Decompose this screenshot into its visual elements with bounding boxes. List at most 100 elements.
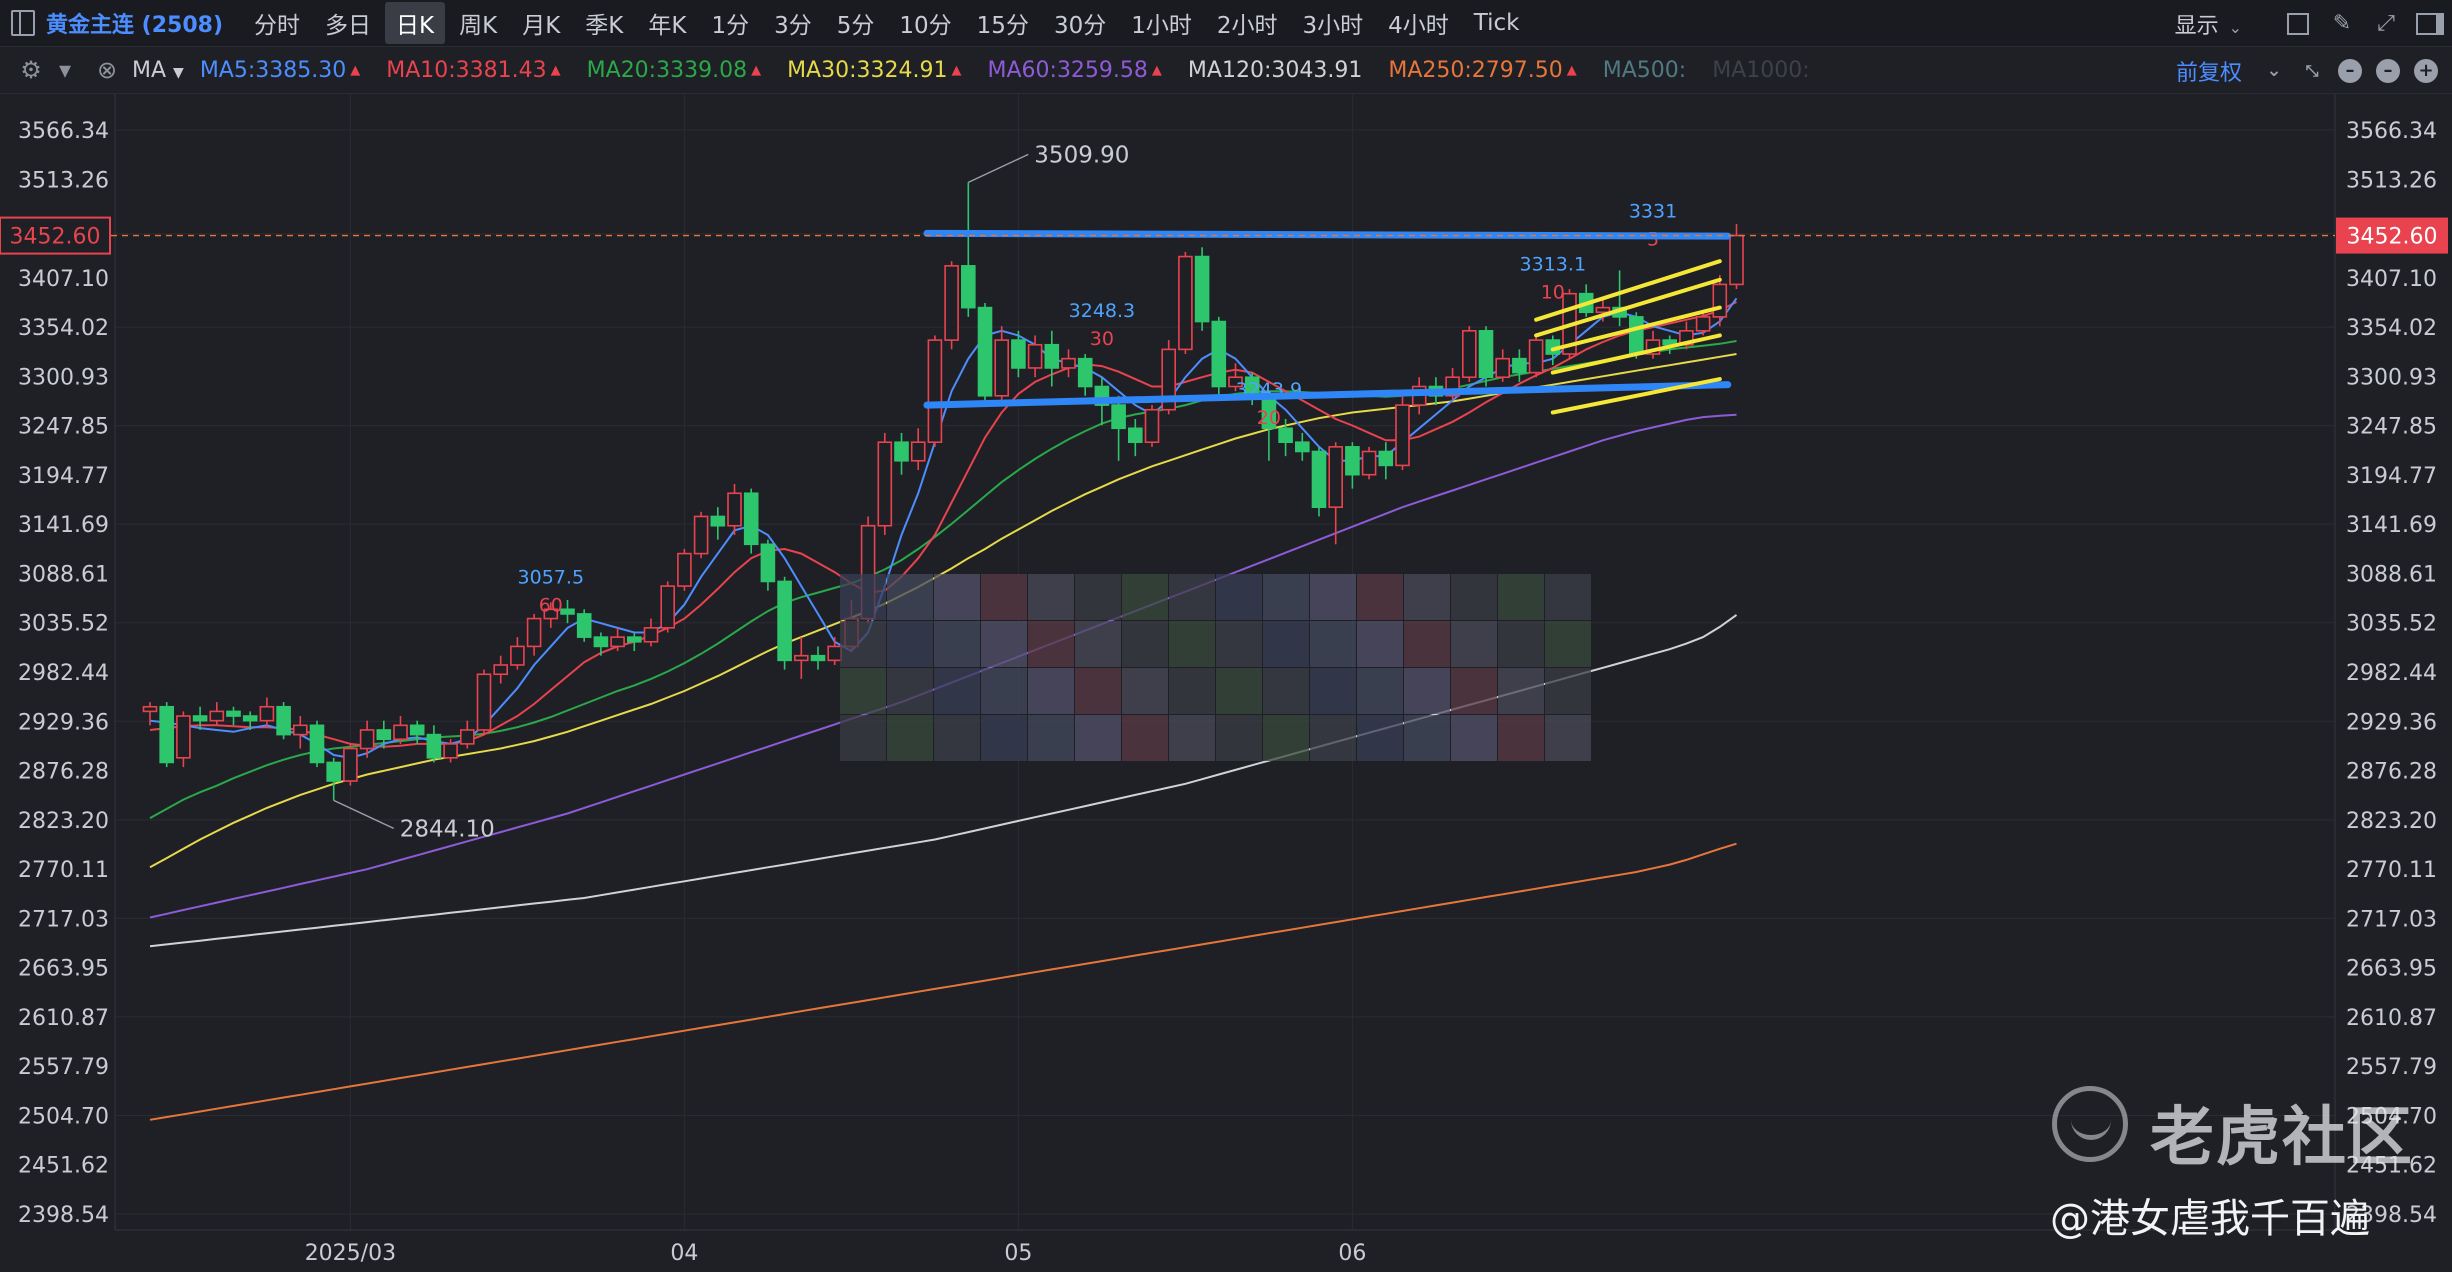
candle-up xyxy=(677,552,692,587)
candle-up xyxy=(660,585,676,629)
candle-up xyxy=(359,729,375,750)
candle-up xyxy=(1729,234,1744,286)
date-tick-label: 2025/03 xyxy=(305,1241,396,1266)
privacy-mosaic-block xyxy=(1357,668,1403,714)
ma-legend-label: MA5:3385.30 xyxy=(199,57,347,83)
price-tick-label-left: 3194.77 xyxy=(18,464,109,489)
settings-icon[interactable]: ⚙ xyxy=(14,56,48,84)
candle-down xyxy=(743,492,759,546)
tab-5min[interactable]: 5分 xyxy=(826,2,886,44)
expand-icon[interactable]: ⤡ xyxy=(2300,59,2324,83)
candle-up xyxy=(1361,450,1377,476)
price-tick-label-right: 2610.87 xyxy=(2346,1006,2437,1031)
tab-30min[interactable]: 30分 xyxy=(1043,2,1117,44)
tab-1hour[interactable]: 1小时 xyxy=(1120,2,1203,44)
privacy-mosaic-block xyxy=(981,621,1027,667)
candle-up xyxy=(1528,339,1544,374)
privacy-mosaic-block xyxy=(840,574,886,620)
candle-down xyxy=(560,608,575,615)
square-icon[interactable] xyxy=(2276,0,2320,47)
candle-down xyxy=(1345,446,1360,476)
tab-10min[interactable]: 10分 xyxy=(888,2,962,44)
eye-dropdown-icon[interactable]: ▾ xyxy=(48,56,82,84)
privacy-mosaic-block xyxy=(1122,715,1168,761)
privacy-mosaic-block xyxy=(934,574,980,620)
panel-icon[interactable] xyxy=(2408,0,2452,47)
tab-4hour[interactable]: 4小时 xyxy=(1377,2,1460,44)
tab-quarterly-k[interactable]: 季K xyxy=(574,2,634,44)
privacy-mosaic-block xyxy=(1451,715,1497,761)
tab-1min[interactable]: 1分 xyxy=(700,2,760,44)
price-tick-label-left: 2610.87 xyxy=(18,1006,109,1031)
ma-legend-item[interactable]: MA5:3385.30 ▲ xyxy=(200,58,360,83)
trend-up-icon: ▲ xyxy=(751,62,762,78)
ma-legend-item[interactable]: MA30:3324.91 ▲ xyxy=(787,58,961,83)
ma-type-select[interactable]: MA ▼ xyxy=(132,58,184,83)
tab-3min[interactable]: 3分 xyxy=(763,2,823,44)
add-icon[interactable]: + xyxy=(2414,58,2438,83)
price-tick-label-left: 2451.62 xyxy=(18,1154,109,1179)
tab-tick[interactable]: Tick xyxy=(1463,6,1531,40)
tab-3hour[interactable]: 3小时 xyxy=(1292,2,1375,44)
privacy-mosaic-block xyxy=(981,715,1027,761)
tab-15min[interactable]: 15分 xyxy=(966,2,1040,44)
minimize-icon[interactable]: – xyxy=(2338,58,2362,83)
price-tick-label-right: 2982.44 xyxy=(2346,661,2437,686)
privacy-mosaic-block xyxy=(840,715,886,761)
candle-down xyxy=(1194,255,1210,323)
tab-weekly-k[interactable]: 周K xyxy=(448,2,508,44)
privacy-mosaic-block xyxy=(887,668,933,714)
ma-legend-item[interactable]: MA60:3259.58 ▲ xyxy=(988,58,1162,83)
privacy-mosaic-block xyxy=(1310,574,1356,620)
privacy-mosaic-block xyxy=(934,715,980,761)
ma-legend-item[interactable]: MA500: xyxy=(1603,58,1686,83)
symbol-title[interactable]: 黄金主连 (2508) xyxy=(46,7,223,39)
candle-down xyxy=(1111,404,1126,430)
ma-legend-item[interactable]: MA250:2797.50 ▲ xyxy=(1388,58,1576,83)
ma-legend-label: MA20:3339.08 xyxy=(586,57,748,83)
ma-legend-bar: ⚙ ▾ ⊗ MA ▼ MA5:3385.30 ▲ MA10:3381.43 ▲ MA20… xyxy=(0,47,2452,94)
candle-up xyxy=(510,645,525,666)
close-icon[interactable]: ⊗ xyxy=(90,56,124,84)
ma-legend-item[interactable]: MA120:3043.91 xyxy=(1188,58,1362,83)
tab-2hour[interactable]: 2小时 xyxy=(1206,2,1289,44)
ma-type-label: MA xyxy=(132,57,167,83)
candle-down xyxy=(409,724,425,736)
tab-multiday[interactable]: 多日 xyxy=(314,2,382,44)
period-toolbar: 黄金主连 (2508) 分时 多日 日K 周K 月K 季K 年K 1分 3分 5… xyxy=(0,0,2452,47)
ma-cross-label: 3313.1 xyxy=(1520,253,1586,275)
privacy-mosaic-block xyxy=(1216,574,1262,620)
candle-down xyxy=(710,515,726,527)
tab-daily-k[interactable]: 日K xyxy=(385,2,446,44)
privacy-mosaic-block xyxy=(1263,574,1309,620)
pen-icon[interactable]: ✎ xyxy=(2320,0,2364,47)
candle-down xyxy=(1311,450,1327,508)
sidebar-toggle-icon[interactable] xyxy=(0,0,46,47)
privacy-mosaic-block xyxy=(1498,668,1544,714)
remove-icon[interactable]: – xyxy=(2376,58,2400,83)
chevron-down-icon[interactable]: ⌄ xyxy=(2262,59,2286,83)
tab-fenshi[interactable]: 分时 xyxy=(243,2,311,44)
candle-up xyxy=(1695,316,1711,332)
privacy-mosaic-block xyxy=(1310,621,1356,667)
privacy-mosaic-block xyxy=(1169,668,1215,714)
tab-yearly-k[interactable]: 年K xyxy=(637,2,697,44)
ma-legend-item[interactable]: MA1000: xyxy=(1712,58,1809,83)
candle-down xyxy=(376,729,392,741)
candle-up xyxy=(343,747,358,782)
tab-monthly-k[interactable]: 月K xyxy=(511,2,571,44)
show-dropdown[interactable]: 显示 ⌄ xyxy=(2175,8,2242,40)
price-tick-label-right: 3141.69 xyxy=(2346,513,2437,538)
candle-up xyxy=(1178,255,1193,351)
ma-legend-item[interactable]: MA10:3381.43 ▲ xyxy=(386,58,560,83)
candle-up xyxy=(259,705,275,722)
candle-up xyxy=(910,441,926,462)
ma-legend-item[interactable]: MA20:3339.08 ▲ xyxy=(587,58,761,83)
fullscreen-icon[interactable]: ⤢ xyxy=(2364,0,2408,47)
privacy-mosaic-block xyxy=(1075,621,1121,667)
candle-down xyxy=(576,613,592,638)
candle-down xyxy=(1077,357,1093,388)
candle-up xyxy=(526,617,542,648)
chevron-down-icon: ▼ xyxy=(173,64,184,81)
adjust-mode-label[interactable]: 前复权 xyxy=(2176,55,2242,87)
